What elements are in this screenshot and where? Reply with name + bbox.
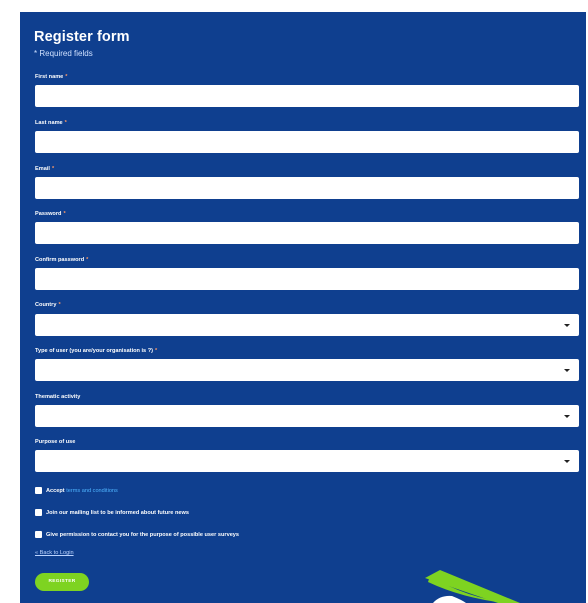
confirm-password-label: Confirm password * — [35, 257, 89, 263]
email-label: Email * — [35, 166, 55, 172]
back-to-login-link[interactable]: « Back to Login — [35, 550, 74, 556]
last-name-label: Last name * — [35, 120, 67, 126]
user-type-label: Type of user (you are/your organisation … — [35, 348, 158, 354]
first-name-input[interactable] — [35, 85, 579, 107]
thematic-activity-select[interactable] — [35, 405, 579, 427]
email-field[interactable] — [35, 177, 579, 199]
chevron-down-icon — [564, 415, 570, 418]
accept-terms-checkbox[interactable] — [35, 487, 42, 494]
contact-permission-label: Give permission to contact you for the p… — [46, 532, 240, 538]
accept-terms-label: Accept terms and conditions — [46, 488, 118, 494]
password-label: Password * — [35, 211, 66, 217]
required-fields-note: * Required fields — [34, 49, 93, 58]
purpose-of-use-label: Purpose of use — [35, 439, 76, 445]
terms-and-conditions-link[interactable]: terms and conditions — [66, 488, 118, 494]
first-name-label: First name * — [35, 74, 68, 80]
country-label: Country * — [35, 302, 61, 308]
last-name-input[interactable] — [35, 131, 579, 153]
chevron-down-icon — [564, 324, 570, 327]
contact-permission-checkbox[interactable] — [35, 531, 42, 538]
confirm-password-input[interactable] — [35, 268, 579, 290]
chevron-down-icon — [564, 460, 570, 463]
country-select[interactable] — [35, 314, 579, 336]
mailing-list-checkbox[interactable] — [35, 509, 42, 516]
password-input[interactable] — [35, 222, 579, 244]
form-title: Register form — [34, 29, 130, 45]
register-button[interactable]: REGISTER — [35, 573, 89, 591]
mailing-list-label: Join our mailing list to be informed abo… — [46, 510, 189, 516]
register-panel: Register form * Required fields First na… — [20, 12, 586, 603]
purpose-of-use-select[interactable] — [35, 450, 579, 472]
chevron-down-icon — [564, 369, 570, 372]
user-type-select[interactable] — [35, 359, 579, 381]
thematic-activity-label: Thematic activity — [35, 394, 81, 400]
